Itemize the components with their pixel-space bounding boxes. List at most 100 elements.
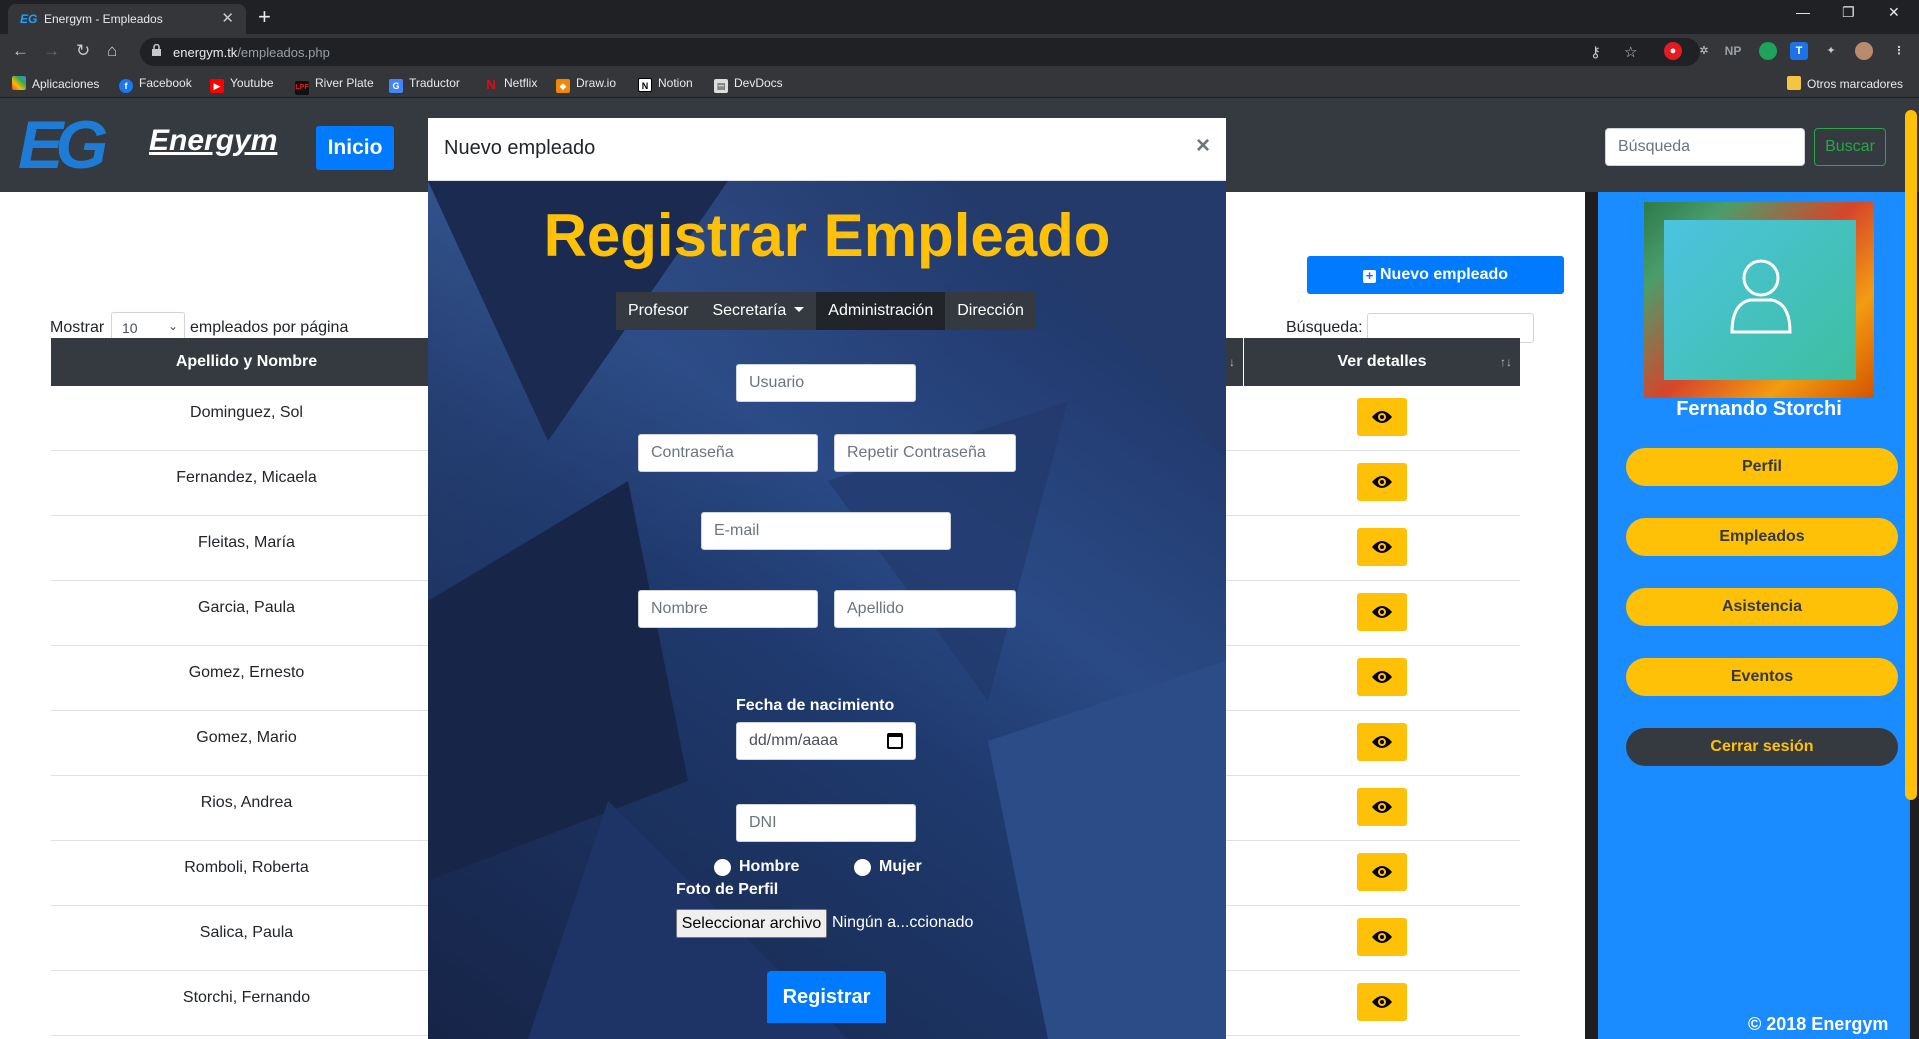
view-details-button[interactable] <box>1357 918 1407 956</box>
bookmark-river-plate[interactable]: LPF River Plate <box>295 76 374 95</box>
view-details-button[interactable] <box>1357 983 1407 1021</box>
address-bar[interactable]: energym.tk/empleados.php ⚷ ☆ <box>140 38 1700 66</box>
bookmark-apps[interactable]: Aplicaciones <box>12 76 99 91</box>
reload-icon[interactable]: ↻ <box>76 42 90 60</box>
extension-icon-green[interactable] <box>1759 42 1777 60</box>
view-details-button[interactable] <box>1357 528 1407 566</box>
bookmark-other[interactable]: Otros marcadores <box>1787 76 1903 91</box>
table-search-label: Búsqueda: <box>1286 319 1363 336</box>
translate-icon: G <box>389 79 403 93</box>
bookmark-drawio[interactable]: ◆ Draw.io <box>556 76 616 93</box>
dni-field[interactable]: DNI <box>736 804 916 842</box>
modal-header: Nuevo empleado × <box>428 118 1226 181</box>
extension-icon-gear[interactable]: ✲ <box>1695 42 1713 60</box>
employee-name: Dominguez, Sol <box>190 404 303 421</box>
copyright: © 2018 Energym <box>1748 1014 1889 1034</box>
sidebar-item-perfil[interactable]: Perfil <box>1626 448 1898 486</box>
usuario-field[interactable]: Usuario <box>736 364 916 402</box>
extension-icon-np[interactable]: NP <box>1724 42 1742 60</box>
page-size-value: 10 <box>122 320 138 336</box>
sort-icon: ↓ <box>1229 355 1235 369</box>
eye-icon <box>1372 476 1392 488</box>
chevron-down-icon: ⌄ <box>167 319 178 333</box>
bookmark-devdocs[interactable]: ▤ DevDocs <box>714 76 783 93</box>
tab-secretaria[interactable]: Secretaría <box>700 292 816 330</box>
apellido-field[interactable]: Apellido <box>834 590 1016 628</box>
bookmark-star-icon[interactable]: ☆ <box>1624 43 1637 61</box>
notion-icon: N <box>638 78 652 92</box>
view-details-button[interactable] <box>1357 853 1407 891</box>
column-header-name[interactable]: Apellido y Nombre↑ <box>51 338 442 386</box>
view-details-button[interactable] <box>1357 788 1407 826</box>
home-button[interactable]: Inicio <box>316 126 394 170</box>
password-field[interactable]: Contraseña <box>638 434 818 472</box>
plus-square-icon: + <box>1362 269 1376 283</box>
home-icon[interactable]: ⌂ <box>107 42 117 60</box>
per-page-label: empleados por página <box>190 319 349 336</box>
extensions-puzzle-icon[interactable]: ✦ <box>1822 42 1840 60</box>
sidebar-item-asistencia[interactable]: Asistencia <box>1626 588 1898 626</box>
eye-icon <box>1372 411 1392 423</box>
form-heading: Registrar Empleado <box>543 202 1111 269</box>
forward-icon[interactable]: → <box>43 42 60 60</box>
password-repeat-field[interactable]: Repetir Contraseña <box>834 434 1016 472</box>
tab-direccion[interactable]: Dirección <box>945 292 1036 330</box>
view-details-button[interactable] <box>1357 723 1407 761</box>
search-button[interactable]: Buscar <box>1814 128 1886 166</box>
birth-date-field[interactable]: dd/mm/aaaa <box>736 722 916 760</box>
browser-tab[interactable]: EG Energym - Empleados ✕ <box>8 4 246 34</box>
view-details-button[interactable] <box>1357 658 1407 696</box>
profile-avatar-icon[interactable] <box>1855 42 1873 60</box>
extension-icon-t[interactable]: T <box>1790 42 1808 60</box>
nombre-field[interactable]: Nombre <box>638 590 818 628</box>
column-header-details[interactable]: Ver detalles ↑↓ <box>1244 338 1520 386</box>
tab-profesor[interactable]: Profesor <box>616 292 700 330</box>
bookmark-netflix[interactable]: N Netflix <box>484 76 537 92</box>
gender-hombre-radio[interactable] <box>714 859 731 876</box>
river-plate-icon: LPF <box>295 81 309 95</box>
tab-close-icon[interactable]: ✕ <box>221 9 234 27</box>
avatar <box>1664 220 1856 380</box>
view-details-button[interactable] <box>1357 593 1407 631</box>
logout-button[interactable]: Cerrar sesión <box>1626 728 1898 766</box>
bookmark-facebook[interactable]: f Facebook <box>119 76 192 93</box>
browser-toolbar: ← → ↻ ⌂ energym.tk/empleados.php ⚷ ☆ <box>0 34 1919 70</box>
new-employee-button[interactable]: + Nuevo empleado <box>1307 256 1564 294</box>
brand-name[interactable]: Energym <box>149 124 277 158</box>
close-icon[interactable]: × <box>1196 132 1210 160</box>
calendar-icon[interactable] <box>887 733 903 749</box>
bookmark-traductor[interactable]: G Traductor <box>389 76 460 93</box>
scrollbar-thumb[interactable] <box>1905 110 1917 800</box>
eye-icon <box>1372 801 1392 813</box>
logo-mark[interactable]: EG <box>18 111 108 179</box>
gender-mujer-label: Mujer <box>879 858 922 875</box>
site-favicon-icon: EG <box>20 12 38 26</box>
eye-icon <box>1372 671 1392 683</box>
extension-icon-red[interactable]: ● <box>1664 42 1682 60</box>
sidebar-item-eventos[interactable]: Eventos <box>1626 658 1898 696</box>
tab-administracion[interactable]: Administración <box>816 292 946 330</box>
employee-name: Fernandez, Micaela <box>176 469 317 486</box>
youtube-icon: ▶ <box>210 79 224 93</box>
search-input[interactable]: Búsqueda <box>1605 128 1805 166</box>
eye-icon <box>1372 736 1392 748</box>
email-field[interactable]: E-mail <box>701 512 951 550</box>
modal-title: Nuevo empleado <box>444 137 596 159</box>
register-button[interactable]: Registrar <box>767 971 886 1023</box>
bookmark-youtube[interactable]: ▶ Youtube <box>210 76 274 93</box>
choose-file-button[interactable]: Seleccionar archivo <box>676 909 827 938</box>
minimize-icon[interactable]: — <box>1796 4 1810 20</box>
window-close-icon[interactable]: ✕ <box>1888 4 1900 21</box>
view-details-button[interactable] <box>1357 398 1407 436</box>
new-tab-icon[interactable]: + <box>258 4 271 30</box>
bookmark-notion[interactable]: N Notion <box>638 76 693 92</box>
view-details-button[interactable] <box>1357 463 1407 501</box>
restore-icon[interactable]: ❐ <box>1842 4 1855 21</box>
scrollbar[interactable] <box>1903 110 1919 800</box>
browser-menu-icon[interactable]: ⋮ <box>1890 42 1908 60</box>
gender-mujer-radio[interactable] <box>854 859 871 876</box>
back-icon[interactable]: ← <box>12 42 29 60</box>
employee-name: Romboli, Roberta <box>184 859 309 876</box>
sidebar-item-empleados[interactable]: Empleados <box>1626 518 1898 556</box>
key-icon[interactable]: ⚷ <box>1590 43 1601 61</box>
